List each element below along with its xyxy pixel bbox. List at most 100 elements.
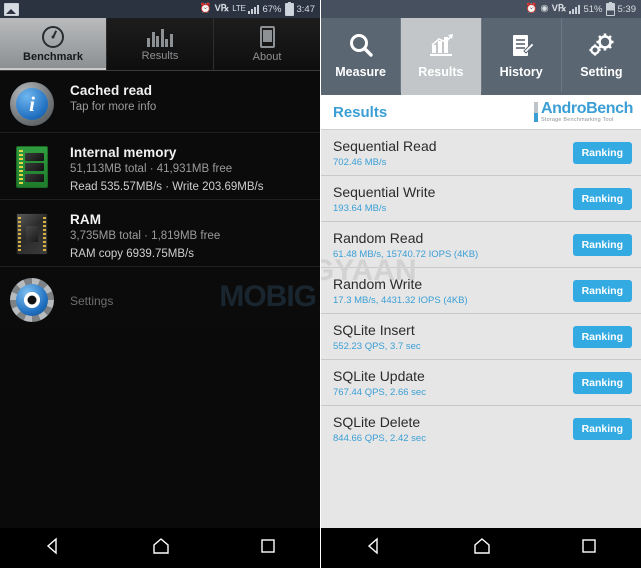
right-status-bar: ⏰ ◉ V℞ 51% 5:39 bbox=[321, 0, 641, 18]
volte-icon: V℞ bbox=[551, 3, 567, 15]
cached-read-subtitle: Tap for more info bbox=[70, 101, 157, 113]
tab-measure[interactable]: Measure bbox=[321, 18, 402, 92]
tab-active-underline bbox=[0, 68, 106, 70]
ranking-button[interactable]: Ranking bbox=[572, 371, 632, 394]
tab-benchmark[interactable]: Benchmark bbox=[0, 18, 107, 70]
result-name: Sequential Write bbox=[333, 183, 436, 200]
result-name: Sequential Read bbox=[333, 137, 437, 154]
ram-capacity: 3,735MB total · 1,819MB free bbox=[70, 230, 221, 242]
table-row[interactable]: SQLite Delete 844.66 QPS, 2.42 sec Rankin… bbox=[321, 406, 641, 452]
battery-percent-label: 67% bbox=[262, 3, 282, 15]
result-name: SQLite Insert bbox=[333, 321, 415, 338]
gears-icon bbox=[589, 33, 614, 56]
internal-memory-title: Internal memory bbox=[70, 145, 177, 160]
ram-speed: RAM copy 6939.75MB/s bbox=[70, 248, 195, 260]
tab-results[interactable]: Results bbox=[401, 18, 482, 92]
left-tab-bar: Benchmark Results About bbox=[0, 18, 320, 71]
logo-text: AndroBench bbox=[541, 100, 633, 117]
ranking-button[interactable]: Ranking bbox=[572, 418, 632, 440]
document-list-icon bbox=[513, 35, 535, 56]
back-icon[interactable] bbox=[44, 536, 62, 560]
phone-icon bbox=[259, 25, 275, 48]
left-phone: ⏰ V℞ LTE 67% 3:47 Benchmark Results Abou… bbox=[0, 0, 320, 568]
battery-charging-icon bbox=[284, 1, 294, 16]
ranking-button[interactable]: Ranking bbox=[572, 141, 632, 164]
clock-label: 3:47 bbox=[296, 3, 316, 15]
speedometer-icon bbox=[42, 25, 64, 48]
search-icon bbox=[349, 34, 373, 57]
result-name: Random Read bbox=[333, 229, 424, 246]
table-row[interactable]: Sequential Write 193.64 MB/s Ranking bbox=[321, 176, 641, 222]
tab-history-label: History bbox=[499, 65, 543, 79]
internal-memory-capacity: 51,113MB total · 41,931MB free bbox=[70, 163, 233, 175]
table-row[interactable]: Random Read 61.48 MB/s, 15740.72 IOPS (4K… bbox=[321, 222, 641, 268]
result-value: 552.23 QPS, 3.7 sec bbox=[333, 340, 421, 352]
table-row[interactable]: Sequential Read 702.46 MB/s Ranking bbox=[321, 130, 641, 176]
result-name: Random Write bbox=[333, 275, 423, 292]
right-phone: ⏰ ◉ V℞ 51% 5:39 Measure Results History … bbox=[321, 0, 641, 568]
table-row[interactable]: GYAAN Random Write 17.3 MB/s, 4431.32 IOP… bbox=[321, 254, 641, 314]
battery-percent-label: 51% bbox=[583, 3, 603, 15]
recents-icon[interactable] bbox=[581, 538, 597, 559]
results-header: Results AndroBench Storage Benchmarking … bbox=[321, 95, 641, 130]
result-value: 193.64 MB/s bbox=[333, 202, 387, 214]
tab-history[interactable]: History bbox=[482, 18, 562, 92]
info-icon: i bbox=[10, 82, 58, 130]
result-value: 844.66 QPS, 2.42 sec bbox=[333, 433, 426, 444]
result-value: 767.44 QPS, 2.66 sec bbox=[333, 386, 426, 398]
dual-phone-screenshot: ⏰ V℞ LTE 67% 3:47 Benchmark Results Abou… bbox=[0, 0, 641, 568]
right-tab-bar: Measure Results History Setting bbox=[321, 18, 641, 92]
table-row[interactable]: SQLite Update 767.44 QPS, 2.66 sec Rankin… bbox=[321, 360, 641, 406]
table-row[interactable]: SQLite Insert 552.23 QPS, 3.7 sec Ranking bbox=[321, 314, 641, 360]
home-icon[interactable] bbox=[151, 537, 171, 560]
list-item-ram[interactable]: RAM 3,735MB total · 1,819MB free RAM cop… bbox=[0, 200, 320, 267]
list-item-internal-memory[interactable]: Internal memory 51,113MB total · 41,931M… bbox=[0, 133, 320, 200]
result-value: 702.46 MB/s bbox=[333, 156, 387, 168]
logo-tagline: Storage Benchmarking Tool bbox=[540, 116, 614, 123]
ranking-button[interactable]: Ranking bbox=[572, 187, 632, 210]
lte-icon: LTE bbox=[232, 4, 246, 13]
internal-memory-speeds: Read 535.57MB/s · Write 203.69MB/s bbox=[70, 181, 264, 193]
result-value: 61.48 MB/s, 15740.72 IOPS (4KB) bbox=[333, 248, 479, 260]
tab-benchmark-label: Benchmark bbox=[23, 50, 83, 63]
ranking-button[interactable]: Ranking bbox=[572, 325, 632, 348]
home-icon[interactable] bbox=[472, 537, 492, 560]
results-empty-space bbox=[321, 452, 641, 516]
gear-eye-icon bbox=[10, 278, 58, 326]
alarm-clock-icon: ⏰ bbox=[525, 3, 538, 15]
alarm-clock-icon: ⏰ bbox=[199, 3, 212, 15]
tab-results[interactable]: Results bbox=[107, 18, 214, 70]
tab-about[interactable]: About bbox=[214, 18, 320, 70]
back-icon[interactable] bbox=[365, 536, 383, 560]
list-item-cached-read[interactable]: i Cached read Tap for more info bbox=[0, 71, 320, 133]
logo-bar-icon bbox=[533, 102, 538, 122]
signal-bars-icon bbox=[248, 4, 260, 14]
right-nav-bar bbox=[321, 528, 641, 568]
chart-growth-icon bbox=[429, 34, 453, 56]
cached-read-title: Cached read bbox=[70, 83, 153, 98]
result-value: 17.3 MB/s, 4431.32 IOPS (4KB) bbox=[333, 294, 468, 306]
clock-label: 5:39 bbox=[617, 3, 637, 15]
ranking-button[interactable]: Ranking bbox=[572, 233, 632, 256]
settings-label: Settings bbox=[70, 294, 114, 308]
androbench-logo: AndroBench Storage Benchmarking Tool bbox=[533, 100, 633, 124]
wifi-icon: ◉ bbox=[540, 3, 549, 15]
tab-setting-label: Setting bbox=[580, 65, 623, 79]
tab-setting[interactable]: Setting bbox=[562, 18, 641, 92]
ranking-button[interactable]: Ranking bbox=[572, 279, 632, 302]
result-name: SQLite Update bbox=[333, 367, 425, 384]
tab-results-label: Results bbox=[418, 65, 464, 79]
ram-chip-icon bbox=[10, 211, 58, 259]
ram-title: RAM bbox=[70, 212, 102, 227]
list-item-settings[interactable]: Settings bbox=[0, 267, 320, 329]
memory-chip-icon bbox=[10, 144, 58, 192]
recents-icon[interactable] bbox=[260, 538, 276, 559]
bar-chart-icon bbox=[147, 27, 173, 47]
tab-measure-label: Measure bbox=[335, 65, 386, 79]
tab-about-label: About bbox=[252, 50, 282, 63]
tab-indicator-strip bbox=[321, 92, 641, 95]
result-name: SQLite Delete bbox=[333, 414, 421, 430]
logo-primary: Andro bbox=[540, 99, 587, 117]
signal-bars-icon bbox=[569, 4, 581, 14]
results-list: Sequential Read 702.46 MB/s Ranking Seque… bbox=[321, 130, 641, 516]
